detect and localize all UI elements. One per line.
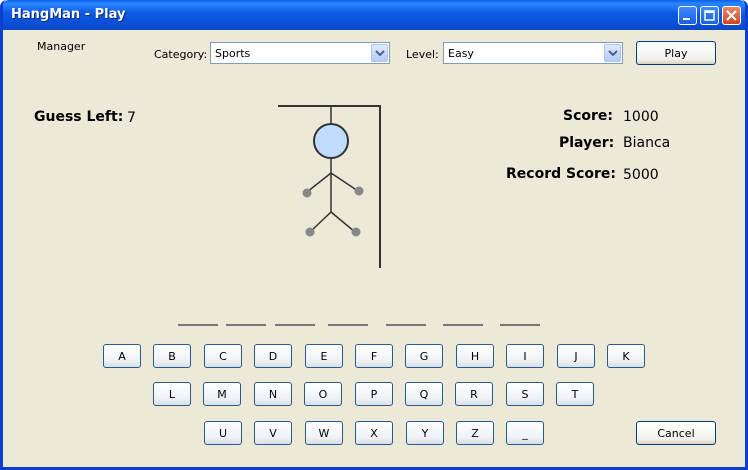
letter-blank: [386, 324, 426, 326]
letter-key-v[interactable]: V: [254, 421, 292, 445]
chevron-down-icon: [608, 50, 618, 57]
letter-key-f[interactable]: F: [355, 344, 393, 368]
letter-key-d[interactable]: D: [254, 344, 292, 368]
right-hand: [354, 186, 364, 196]
letter-blank: [275, 324, 315, 326]
manager-label: Manager: [37, 40, 86, 53]
player-value: Bianca: [623, 135, 671, 151]
letter-key-c[interactable]: C: [204, 344, 242, 368]
title-bar: HangMan - Play: [3, 0, 745, 30]
letter-key-j[interactable]: J: [557, 344, 595, 368]
play-button[interactable]: Play: [636, 41, 716, 65]
letter-key-o[interactable]: O: [304, 382, 342, 406]
hangman-window: HangMan - Play Manager Category: Sports …: [0, 0, 748, 470]
hangman-head: [313, 123, 349, 159]
record-score-value: 5000: [623, 167, 659, 183]
hangman-drawing: [278, 105, 381, 268]
letter-blank: [226, 324, 266, 326]
letter-key-b[interactable]: B: [153, 344, 191, 368]
letter-key-y[interactable]: Y: [406, 421, 444, 445]
player-label: Player:: [559, 135, 615, 151]
letter-key-w[interactable]: W: [305, 421, 343, 445]
level-label: Level:: [406, 48, 439, 61]
letter-key-s[interactable]: S: [506, 382, 544, 406]
letter-key-k[interactable]: K: [607, 344, 645, 368]
letter-key-e[interactable]: E: [305, 344, 343, 368]
letter-key-q[interactable]: Q: [405, 382, 443, 406]
letter-key-t[interactable]: T: [556, 382, 594, 406]
category-value: Sports: [215, 47, 251, 60]
hangman-right-leg: [330, 211, 356, 233]
maximize-button[interactable]: [700, 6, 719, 25]
minimize-button[interactable]: [678, 6, 697, 25]
guess-left-label: Guess Left:: [34, 109, 124, 125]
letter-key-l[interactable]: L: [153, 382, 191, 406]
score-value: 1000: [623, 109, 659, 125]
close-button[interactable]: [722, 6, 741, 25]
letter-key-x[interactable]: X: [355, 421, 393, 445]
letter-blank: [500, 324, 540, 326]
letter-key-h[interactable]: H: [456, 344, 494, 368]
window-title: HangMan - Play: [11, 7, 126, 22]
letter-blank: [443, 324, 483, 326]
category-select[interactable]: Sports: [210, 42, 390, 64]
left-foot: [305, 227, 315, 237]
category-label: Category:: [154, 48, 208, 61]
letter-key-m[interactable]: M: [203, 382, 241, 406]
cancel-button[interactable]: Cancel: [636, 421, 716, 445]
letter-key-a[interactable]: A: [103, 344, 141, 368]
level-value: Easy: [448, 47, 474, 60]
score-label: Score:: [563, 108, 613, 124]
guess-left-value: 7: [127, 110, 136, 126]
content-area: Manager Category: Sports Level: Easy Pla…: [3, 30, 745, 467]
chevron-down-icon: [375, 50, 385, 57]
level-select[interactable]: Easy: [443, 42, 623, 64]
hangman-right-arm: [330, 172, 359, 192]
letter-key-z[interactable]: Z: [456, 421, 494, 445]
letter-key-g[interactable]: G: [405, 344, 443, 368]
letter-key-space[interactable]: _: [506, 421, 544, 445]
letter-blank: [178, 324, 218, 326]
category-dropdown-button[interactable]: [371, 44, 388, 62]
letter-key-i[interactable]: I: [506, 344, 544, 368]
letter-key-p[interactable]: P: [355, 382, 393, 406]
letter-key-u[interactable]: U: [204, 421, 242, 445]
right-foot: [351, 227, 361, 237]
hangman-left-arm: [306, 172, 332, 193]
left-hand: [302, 188, 312, 198]
letter-blank: [328, 324, 368, 326]
level-dropdown-button[interactable]: [604, 44, 621, 62]
close-icon: [726, 10, 737, 21]
letter-key-r[interactable]: R: [455, 382, 493, 406]
letter-key-n[interactable]: N: [254, 382, 292, 406]
record-score-label: Record Score:: [506, 166, 616, 182]
maximize-icon: [704, 10, 715, 21]
minimize-icon: [683, 18, 690, 20]
